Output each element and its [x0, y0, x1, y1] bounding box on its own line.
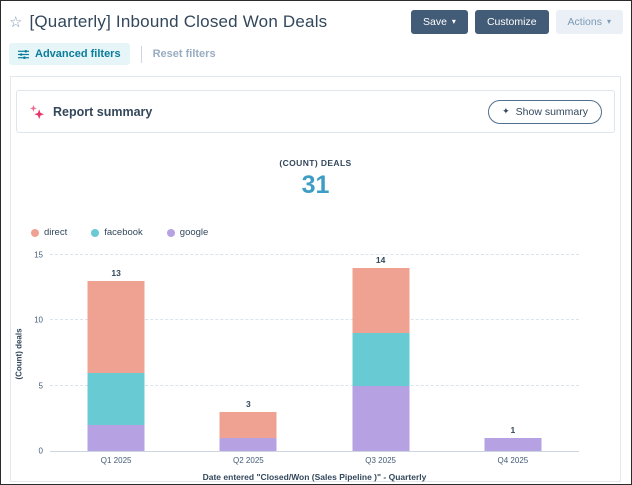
bar-total-label: 1 [510, 424, 516, 435]
x-axis-tick-label: Q1 2025 [100, 456, 132, 465]
kpi-label: (COUNT) DEALS [279, 158, 352, 168]
legend-label: google [179, 227, 209, 238]
bar-segment-direct[interactable] [219, 411, 277, 438]
show-summary-button[interactable]: ✦ Show summary [488, 99, 602, 124]
x-axis-ticks: Q1 2025 Q2 2025 Q3 2025 Q4 2025 [50, 456, 579, 469]
legend-item-google[interactable]: google [166, 227, 209, 238]
y-axis-label: (Count) deals [14, 327, 24, 380]
chart: (Count) deals 0 5 10 15 13 3 14 1 [15, 251, 579, 456]
actions-button-label: Actions [567, 16, 602, 28]
x-axis-tick-label: Q3 2025 [365, 456, 396, 465]
save-button[interactable]: Save ▾ [410, 10, 468, 34]
report-summary-title: Report summary [53, 104, 153, 119]
advanced-filters-label: Advanced filters [35, 48, 121, 60]
caret-down-icon: ▾ [606, 17, 611, 26]
y-axis-tick-label: 0 [38, 446, 43, 456]
actions-button[interactable]: Actions ▾ [555, 10, 623, 34]
filter-bar: Advanced filters Reset filters [1, 36, 631, 65]
y-axis-tick-label: 10 [34, 315, 43, 325]
divider [140, 45, 142, 63]
save-button-label: Save [422, 16, 447, 28]
y-axis-tick-label: 5 [38, 381, 43, 391]
bar-segment-direct[interactable] [87, 281, 145, 373]
advanced-filters-button[interactable]: Advanced filters [9, 43, 130, 65]
bar-total-label: 3 [246, 398, 251, 409]
customize-button[interactable]: Customize [474, 10, 549, 34]
bar-segment-facebook[interactable] [352, 333, 410, 386]
legend-dot [166, 228, 175, 237]
legend-item-direct[interactable]: direct [31, 227, 67, 238]
page-header: ☆ [Quarterly] Inbound Closed Won Deals S… [1, 1, 631, 36]
bar-total-label: 14 [375, 255, 386, 266]
sparkle-icon: ✦ [502, 106, 510, 116]
y-axis-tick-label: 15 [34, 250, 43, 260]
bar-q2-2025: 3 [219, 255, 277, 451]
bar-segment-google[interactable] [484, 437, 542, 451]
reset-filters-button[interactable]: Reset filters [153, 48, 216, 60]
legend-item-facebook[interactable]: facebook [91, 227, 143, 238]
x-axis-title: Date entered "Closed/Won (Sales Pipeline… [202, 472, 427, 482]
bar-segment-google[interactable] [87, 424, 145, 451]
chart-legend: direct facebook google [31, 227, 620, 238]
bar-total-label: 13 [111, 268, 121, 279]
bar-segment-direct[interactable] [352, 268, 410, 334]
legend-label: direct [44, 227, 68, 238]
x-axis-tick-label: Q4 2025 [497, 456, 529, 465]
favorite-star-icon[interactable]: ☆ [9, 15, 22, 30]
kpi-value: 31 [301, 171, 330, 199]
filter-sliders-icon [18, 49, 29, 59]
bar-segment-facebook[interactable] [87, 372, 145, 425]
plot-area: 0 5 10 15 13 3 14 1 [34, 251, 579, 456]
legend-dot [31, 228, 39, 237]
bar-q1-2025: 13 [87, 255, 145, 451]
customize-button-label: Customize [486, 16, 537, 28]
show-summary-label: Show summary [515, 105, 588, 118]
bar-segment-google[interactable] [219, 437, 277, 451]
ai-sparkles-icon [30, 104, 44, 119]
legend-label: facebook [104, 227, 143, 238]
report-card: Report summary ✦ Show summary (COUNT) DE… [10, 76, 621, 482]
page-title: [Quarterly] Inbound Closed Won Deals [29, 12, 328, 31]
x-axis-tick-label: Q2 2025 [233, 456, 264, 465]
bar-q4-2025: 1 [484, 255, 542, 451]
bar-q3-2025: 14 [352, 255, 410, 451]
kpi-block: (COUNT) DEALS 31 [11, 158, 620, 200]
report-summary-panel: Report summary ✦ Show summary [16, 90, 615, 133]
caret-down-icon: ▾ [451, 17, 456, 26]
legend-dot [91, 228, 100, 237]
header-actions: Save ▾ Customize Actions ▾ [410, 10, 623, 34]
bar-segment-google[interactable] [352, 385, 410, 451]
